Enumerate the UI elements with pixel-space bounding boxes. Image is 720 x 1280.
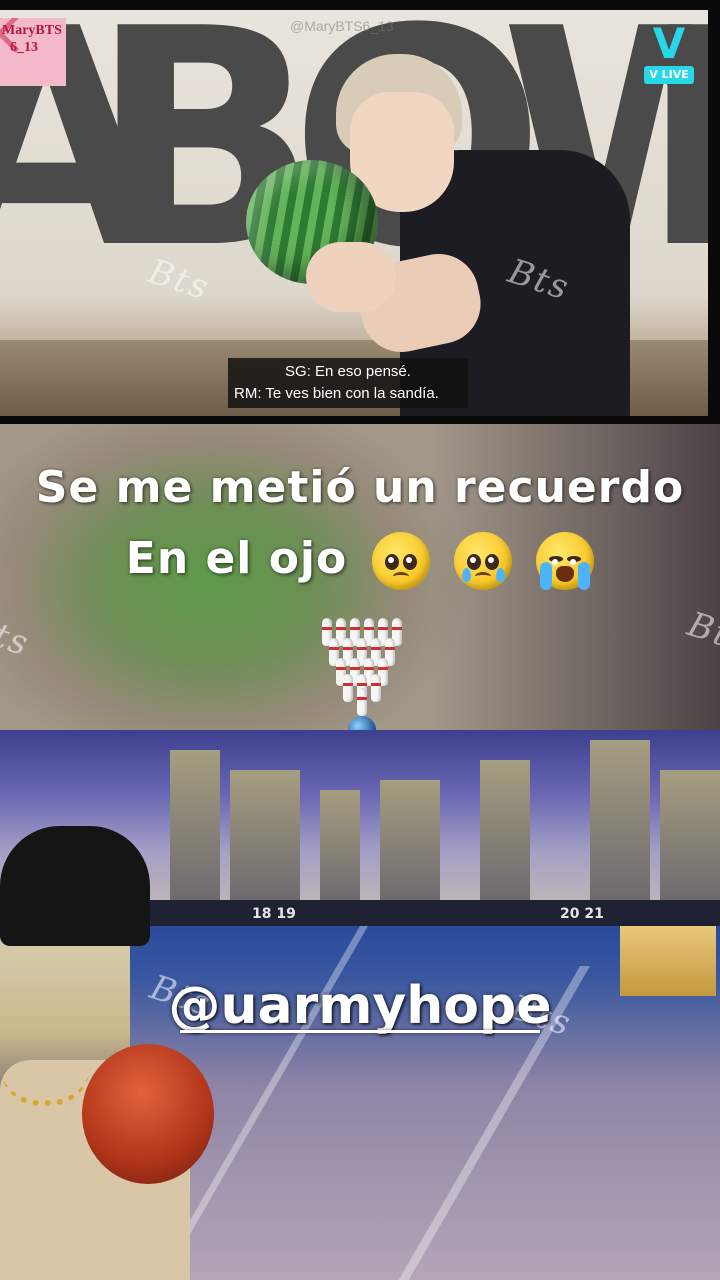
caption-line-2-text: En el ojo	[125, 533, 348, 584]
vlive-label: V LIVE	[644, 66, 694, 84]
person-hand	[306, 242, 396, 312]
score-right: 20 21	[560, 906, 604, 922]
skyline-building	[230, 770, 300, 900]
skyline-building	[380, 780, 440, 900]
top-video-frame: A B O W L Bts Bts MaryBTS 6_13 @MaryBTS6…	[0, 0, 720, 424]
holding-back-tears-face-icon	[453, 532, 512, 590]
creator-handle-underline	[180, 1030, 540, 1033]
creator-handle: @uarmyhope	[168, 976, 552, 1036]
vlive-mark-icon: V	[652, 19, 686, 68]
vlive-logo: V V LIVE	[644, 22, 694, 86]
faded-handle: @MaryBTS6_13	[290, 18, 394, 34]
player-cap	[0, 826, 150, 946]
loudly-crying-face-icon	[536, 532, 595, 590]
subtitle-line-1: SG: En eso pensé.	[285, 363, 411, 380]
scoreboard	[140, 900, 720, 926]
corner-tag: MaryBTS 6_13	[0, 18, 66, 86]
pleading-face-icon	[371, 532, 430, 590]
top-video-scene: A B O W L Bts Bts	[0, 10, 708, 416]
subtitle-box: SG: En eso pensé. RM: Te ves bien con la…	[228, 358, 468, 408]
bowling-pins-icon	[318, 618, 408, 718]
player-bowling-ball	[82, 1044, 214, 1184]
subtitle-line-2: RM: Te ves bien con la sandía.	[234, 385, 439, 402]
watermark: ts	[0, 615, 35, 665]
skyline-building	[170, 750, 220, 900]
skyline-building	[660, 770, 720, 900]
caption-line-2: En el ojo	[0, 532, 720, 590]
skyline-building	[480, 760, 530, 900]
skyline-building	[320, 790, 360, 900]
skyline-building	[590, 740, 650, 900]
score-left: 18 19	[252, 906, 296, 922]
caption-line-1: Se me metió un recuerdo	[35, 462, 685, 513]
